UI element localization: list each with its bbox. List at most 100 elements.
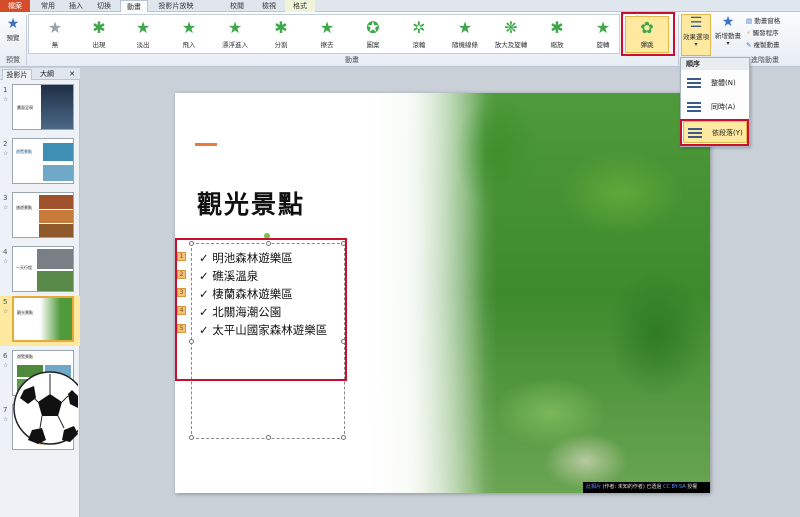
tab-review[interactable]: 校閱 (224, 0, 250, 12)
effect-options-button[interactable]: ☰ 效果選項 ▾ (681, 14, 711, 56)
preview-group-label: 預覽 (6, 56, 20, 64)
slide-thumbnail[interactable]: 1 ☆ 畫面呈現 (0, 84, 80, 134)
animation-star-icon: ☆ (3, 204, 9, 211)
slide-thumbnail-selected[interactable]: 5 ☆ 觀光景點 (0, 296, 80, 346)
star-icon: ✲ (412, 18, 426, 37)
animation-random-bars[interactable]: ★ 隨機線條 (443, 17, 487, 53)
animation-fly-in[interactable]: ★ 飛入 (167, 17, 211, 53)
pane-icon: ▤ (746, 17, 753, 25)
by-paragraph-highlight-box (680, 119, 749, 146)
star-icon: ★ (457, 18, 473, 37)
tab-file[interactable]: 檔案 (0, 0, 30, 12)
close-icon[interactable]: ✕ (66, 69, 78, 80)
tab-transitions[interactable]: 切換 (92, 0, 116, 12)
tab-insert[interactable]: 插入 (64, 0, 88, 12)
chevron-down-icon: ▾ (694, 41, 698, 48)
slide-thumb-image: 觀光景點 (12, 296, 74, 342)
star-icon: ★ (135, 18, 151, 37)
thumb-photo (39, 210, 73, 223)
slide-thumb-image: 遊覽景點 (12, 138, 74, 184)
animation-painter-button[interactable]: ✎ 複製動畫 (746, 39, 798, 49)
animation-split[interactable]: ✱ 分割 (259, 17, 303, 53)
slide-thumb-image: 旅遊景點 (12, 192, 74, 238)
bullet-list-highlight-box (175, 238, 347, 381)
ribbon-tab-bar: 檔案 常用 插入 切換 動畫 投影片放映 校閱 檢視 格式 (0, 0, 800, 13)
menu-item-as-one-object[interactable]: 整體(N) (683, 72, 747, 94)
slide-thumb-image: 一天行程 (12, 246, 74, 292)
animation-float-in[interactable]: ★ 漂浮進入 (213, 17, 257, 53)
animation-star-icon: ☆ (3, 258, 9, 265)
animation-swivel[interactable]: ★ 旋轉 (581, 17, 625, 53)
add-animation-button[interactable]: ★ 新增動畫 ▾ (713, 14, 743, 47)
add-animation-icon: ★ (721, 14, 735, 30)
star-icon: ★ (181, 18, 197, 37)
star-icon: ✪ (366, 18, 380, 37)
photo-fade-overlay (355, 93, 485, 493)
star-icon: ❋ (504, 18, 518, 37)
sequence-menu-title: 順序 (681, 58, 749, 70)
preview-button[interactable]: ★ 預覽 (2, 16, 24, 42)
star-icon: ★ (47, 18, 63, 37)
resize-handle[interactable] (341, 435, 346, 440)
star-icon: ✱ (550, 18, 564, 37)
star-icon: ★ (595, 18, 611, 37)
effect-options-icon: ☰ (689, 15, 703, 31)
separator (26, 15, 27, 65)
animation-pane-button[interactable]: ▤ 動畫窗格 (746, 15, 798, 25)
tab-outline[interactable]: 大綱 (34, 69, 60, 80)
trigger-button[interactable]: ⚡ 觸發程序 (746, 27, 798, 37)
chevron-down-icon: ▾ (726, 40, 730, 47)
as-one-object-icon (687, 76, 701, 90)
animation-wheel[interactable]: ✲ 滾輪 (397, 17, 441, 53)
animation-zoom[interactable]: ✱ 縮放 (535, 17, 579, 53)
slide-title[interactable]: 觀光景點 (197, 185, 305, 221)
animation-appear[interactable]: ✱ 出現 (77, 17, 121, 53)
current-slide[interactable]: 觀光景點 1 2 3 4 5 ✓ 明池森林遊樂區 ✓ 礁溪溫泉 ✓ 棲蘭森林遊樂… (175, 93, 710, 493)
animation-shape[interactable]: ✪ 圖案 (351, 17, 395, 53)
tab-format[interactable]: 格式 (285, 0, 315, 12)
tab-slides[interactable]: 投影片 (2, 69, 32, 80)
slide-thumbnail[interactable]: 2 ☆ 遊覽景點 (0, 138, 80, 188)
photo-credit: 此相片 (作者: 未知的作者) 已透過 CC BY-SA 授權 (583, 482, 710, 493)
panel-tabs: 投影片 大綱 ✕ (0, 68, 80, 80)
animation-none[interactable]: ★ 無 (33, 17, 77, 53)
slide-thumb-image: 畫面呈現 (12, 84, 74, 130)
animation-gallery: ★ 無 ✱ 出現 ★ 淡出 ★ 飛入 ★ 漂浮進入 ✱ 分割 ★ 擦去 ✪ 圖案 ✲ 滾輪 ★ 隨機… (28, 14, 648, 54)
animation-star-icon: ☆ (3, 150, 9, 157)
animation-fade[interactable]: ★ 淡出 (121, 17, 165, 53)
animation-star-icon: ☆ (3, 96, 9, 103)
star-icon: ✱ (274, 18, 288, 37)
star-icon: ★ (227, 18, 243, 37)
slide-thumbnail[interactable]: 4 ☆ 一天行程 (0, 246, 80, 296)
thumb-photo (43, 143, 73, 161)
preview-label: 預覽 (6, 34, 20, 42)
thumb-photo (37, 271, 73, 291)
animation-star-icon: ☆ (3, 308, 9, 315)
thumb-photo (37, 249, 73, 269)
animation-wipe[interactable]: ★ 擦去 (305, 17, 349, 53)
lightning-icon: ⚡ (746, 29, 751, 37)
soccer-ball-image (13, 371, 78, 445)
thumb-photo (43, 165, 73, 181)
tab-home[interactable]: 常用 (36, 0, 60, 12)
animation-grow-turn[interactable]: ❋ 放大及旋轉 (489, 17, 533, 53)
tab-view[interactable]: 檢視 (256, 0, 282, 12)
bounce-highlight-box (621, 12, 675, 56)
tab-slideshow[interactable]: 投影片放映 (152, 0, 200, 12)
menu-item-all-at-once[interactable]: 同時(A) (683, 96, 747, 118)
all-at-once-icon (687, 100, 701, 114)
animation-group-label: 動畫 (345, 56, 359, 64)
separator (678, 15, 679, 65)
star-icon: ✱ (92, 18, 106, 37)
thumb-photo (39, 195, 73, 209)
thumb-photo (41, 85, 73, 129)
slide-thumbnail[interactable]: 3 ☆ 旅遊景點 (0, 192, 80, 242)
preview-star-icon: ★ (6, 16, 20, 32)
resize-handle[interactable] (189, 435, 194, 440)
painter-icon: ✎ (746, 41, 752, 49)
resize-handle[interactable] (266, 435, 271, 440)
slides-panel: 投影片 大綱 ✕ 1 ☆ 畫面呈現 2 ☆ 遊覽景點 3 ☆ 旅遊景點 4 ☆ (0, 68, 80, 517)
thumb-photo (40, 298, 72, 340)
thumb-photo (39, 224, 73, 237)
accent-bar (195, 143, 217, 146)
